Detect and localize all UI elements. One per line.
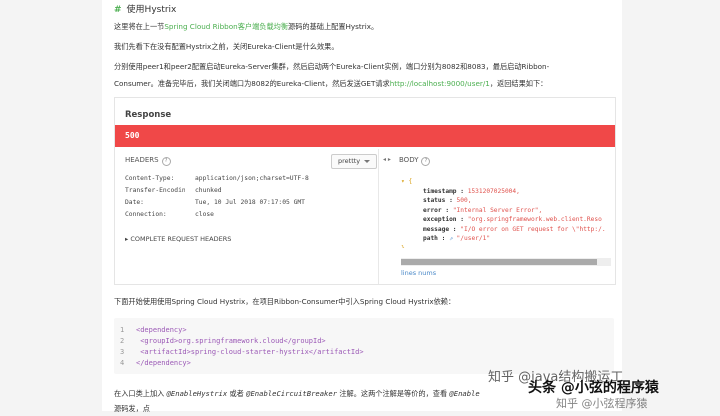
intro-text: 这里将在上一节 bbox=[114, 22, 165, 31]
json-value: 1531207025004, bbox=[467, 187, 520, 195]
ribbon-article-link[interactable]: Spring Cloud Ribbon客户端负载均衡 bbox=[164, 22, 288, 31]
enable-hystrix-annotation: @EnableHystrix bbox=[166, 389, 228, 398]
enable-annotation-cut: @Enable bbox=[449, 389, 480, 398]
json-key: timestamp : bbox=[423, 187, 468, 195]
localhost-user-link[interactable]: http://localhost:9000/user/1 bbox=[390, 79, 490, 88]
json-key: exception : bbox=[423, 216, 468, 223]
header-value: application/json;charset=UTF-8 bbox=[195, 175, 309, 182]
code-line: 3 <artifactId>spring-cloud-starter-hystr… bbox=[120, 348, 364, 359]
line-number: 4 bbox=[120, 359, 125, 367]
setup-text-end: ，返回结果如下： bbox=[489, 79, 548, 88]
code-line: 4 </dependency> bbox=[120, 359, 191, 370]
body-section-label: BODY? bbox=[399, 156, 431, 166]
line-number: 2 bbox=[120, 337, 125, 345]
headers-label-text: HEADERS bbox=[125, 156, 159, 164]
code-text: <groupId>org.springframework.cloud</grou… bbox=[136, 337, 326, 345]
json-open-brace[interactable]: ▾ { bbox=[401, 178, 615, 188]
annotation-text: 注解。这两个注解是等价的，查看 bbox=[337, 389, 450, 398]
json-value: 500, bbox=[456, 197, 472, 204]
format-select[interactable]: prettty bbox=[331, 154, 377, 169]
json-line-exception: exception : "org.springframework.web.cli… bbox=[401, 216, 615, 226]
heading-hash-icon: # bbox=[114, 5, 122, 15]
paragraph-annotation-line2: 源码发，点 bbox=[114, 404, 150, 413]
headers-section-label: HEADERS? bbox=[125, 156, 171, 166]
json-key: status : bbox=[423, 197, 457, 204]
code-text: </dependency> bbox=[136, 359, 191, 367]
json-line-timestamp: timestamp : 1531207025004, bbox=[401, 188, 615, 198]
external-link-icon[interactable]: ⇗ bbox=[449, 235, 453, 242]
json-body: ▾ { timestamp : 1531207025004, status : … bbox=[401, 178, 615, 248]
response-screenshot: Response 500 HEADERS? prettty ◂ ▸ BODY? … bbox=[114, 97, 616, 285]
code-line: 1 <dependency> bbox=[120, 326, 187, 337]
status-bar: 500 bbox=[115, 125, 615, 147]
heading-title: 使用Hystrix bbox=[126, 5, 177, 15]
paragraph-intro: 这里将在上一节Spring Cloud Ribbon客户端负载均衡源码的基础上配… bbox=[114, 20, 378, 34]
annotation-text: 或者 bbox=[227, 389, 247, 398]
scrollbar-thumb[interactable] bbox=[401, 259, 597, 265]
header-key: Connection: bbox=[125, 211, 167, 218]
horizontal-scrollbar[interactable] bbox=[401, 258, 611, 266]
code-line: 2 <groupId>org.springframework.cloud</gr… bbox=[120, 337, 326, 348]
watermark-toutiao: 头条 @小弦的程序猿 bbox=[528, 380, 659, 396]
setup-text: Consumer。准备完毕后，我们关闭端口为8082的Eureka-Client… bbox=[114, 79, 390, 88]
json-value: "Internal Server Error", bbox=[452, 206, 543, 214]
lines-nums-toggle[interactable]: lines nums bbox=[401, 269, 436, 277]
response-title: Response bbox=[125, 110, 172, 120]
paragraph-setup-line2: Consumer。准备完毕后，我们关闭端口为8082的Eureka-Client… bbox=[114, 77, 547, 91]
section-heading: # 使用Hystrix bbox=[114, 2, 176, 15]
help-icon: ? bbox=[161, 157, 171, 166]
json-line-error: error : "Internal Server Error", bbox=[401, 207, 615, 217]
header-value: close bbox=[195, 211, 214, 218]
collapse-arrows-icon[interactable]: ◂ ▸ bbox=[383, 156, 391, 163]
paragraph-setup-line1: 分别使用peer1和peer2配置启动Eureka-Server集群，然后启动两… bbox=[114, 62, 550, 71]
line-number: 3 bbox=[120, 348, 125, 356]
article-page: # 使用Hystrix 这里将在上一节Spring Cloud Ribbon客户端… bbox=[102, 0, 622, 413]
header-key: Date: bbox=[125, 199, 144, 206]
json-key: path : bbox=[423, 235, 450, 242]
help-icon: ? bbox=[421, 157, 431, 166]
header-key: Content-Type: bbox=[125, 175, 175, 182]
complete-request-headers-toggle[interactable]: ▸ COMPLETE REQUEST HEADERS bbox=[125, 235, 231, 243]
json-line-status: status : 500, bbox=[401, 197, 615, 207]
paragraph-before-config: 我们先看下在没有配置Hystrix之前，关闭Eureka-Client是什么效果… bbox=[114, 42, 339, 51]
header-value: chunked bbox=[195, 187, 222, 194]
json-value: "I/O error on GET request for \"http:/. bbox=[460, 225, 606, 233]
json-value: "org.springframework.web.client.Reso bbox=[467, 216, 602, 223]
json-line-message: message : "I/O error on GET request for … bbox=[401, 226, 615, 236]
header-key: Transfer-Encodin… bbox=[125, 187, 185, 194]
enable-circuit-breaker-annotation: @EnableCircuitBreaker bbox=[246, 389, 338, 398]
watermark-zhihu-2: 知乎 @小弦程序猿 bbox=[556, 397, 648, 410]
paragraph-annotation: 在入口类上加入 @EnableHystrix 或者 @EnableCircuit… bbox=[114, 387, 480, 401]
header-value: Tue, 10 Jul 2018 07:17:05 GMT bbox=[195, 199, 305, 206]
code-text: <artifactId>spring-cloud-starter-hystrix… bbox=[136, 348, 364, 356]
body-label-text: BODY bbox=[399, 156, 419, 164]
panel-divider bbox=[378, 149, 379, 284]
paragraph-hystrix-dependency: 下面开始使用使用Spring Cloud Hystrix，在项目Ribbon-C… bbox=[114, 297, 456, 306]
json-close-brace: } bbox=[401, 244, 405, 249]
json-key: error : bbox=[423, 206, 453, 214]
json-key: message : bbox=[423, 225, 461, 233]
code-text: <dependency> bbox=[136, 326, 187, 334]
status-code: 500 bbox=[125, 131, 140, 140]
json-value: "/user/1" bbox=[456, 235, 491, 242]
intro-text-end: 源码的基础上配置Hystrix。 bbox=[288, 22, 379, 31]
line-number: 1 bbox=[120, 326, 125, 334]
annotation-text: 在入口类上加入 bbox=[114, 389, 167, 398]
json-line-path: path : ⇗ "/user/1" bbox=[401, 235, 615, 245]
